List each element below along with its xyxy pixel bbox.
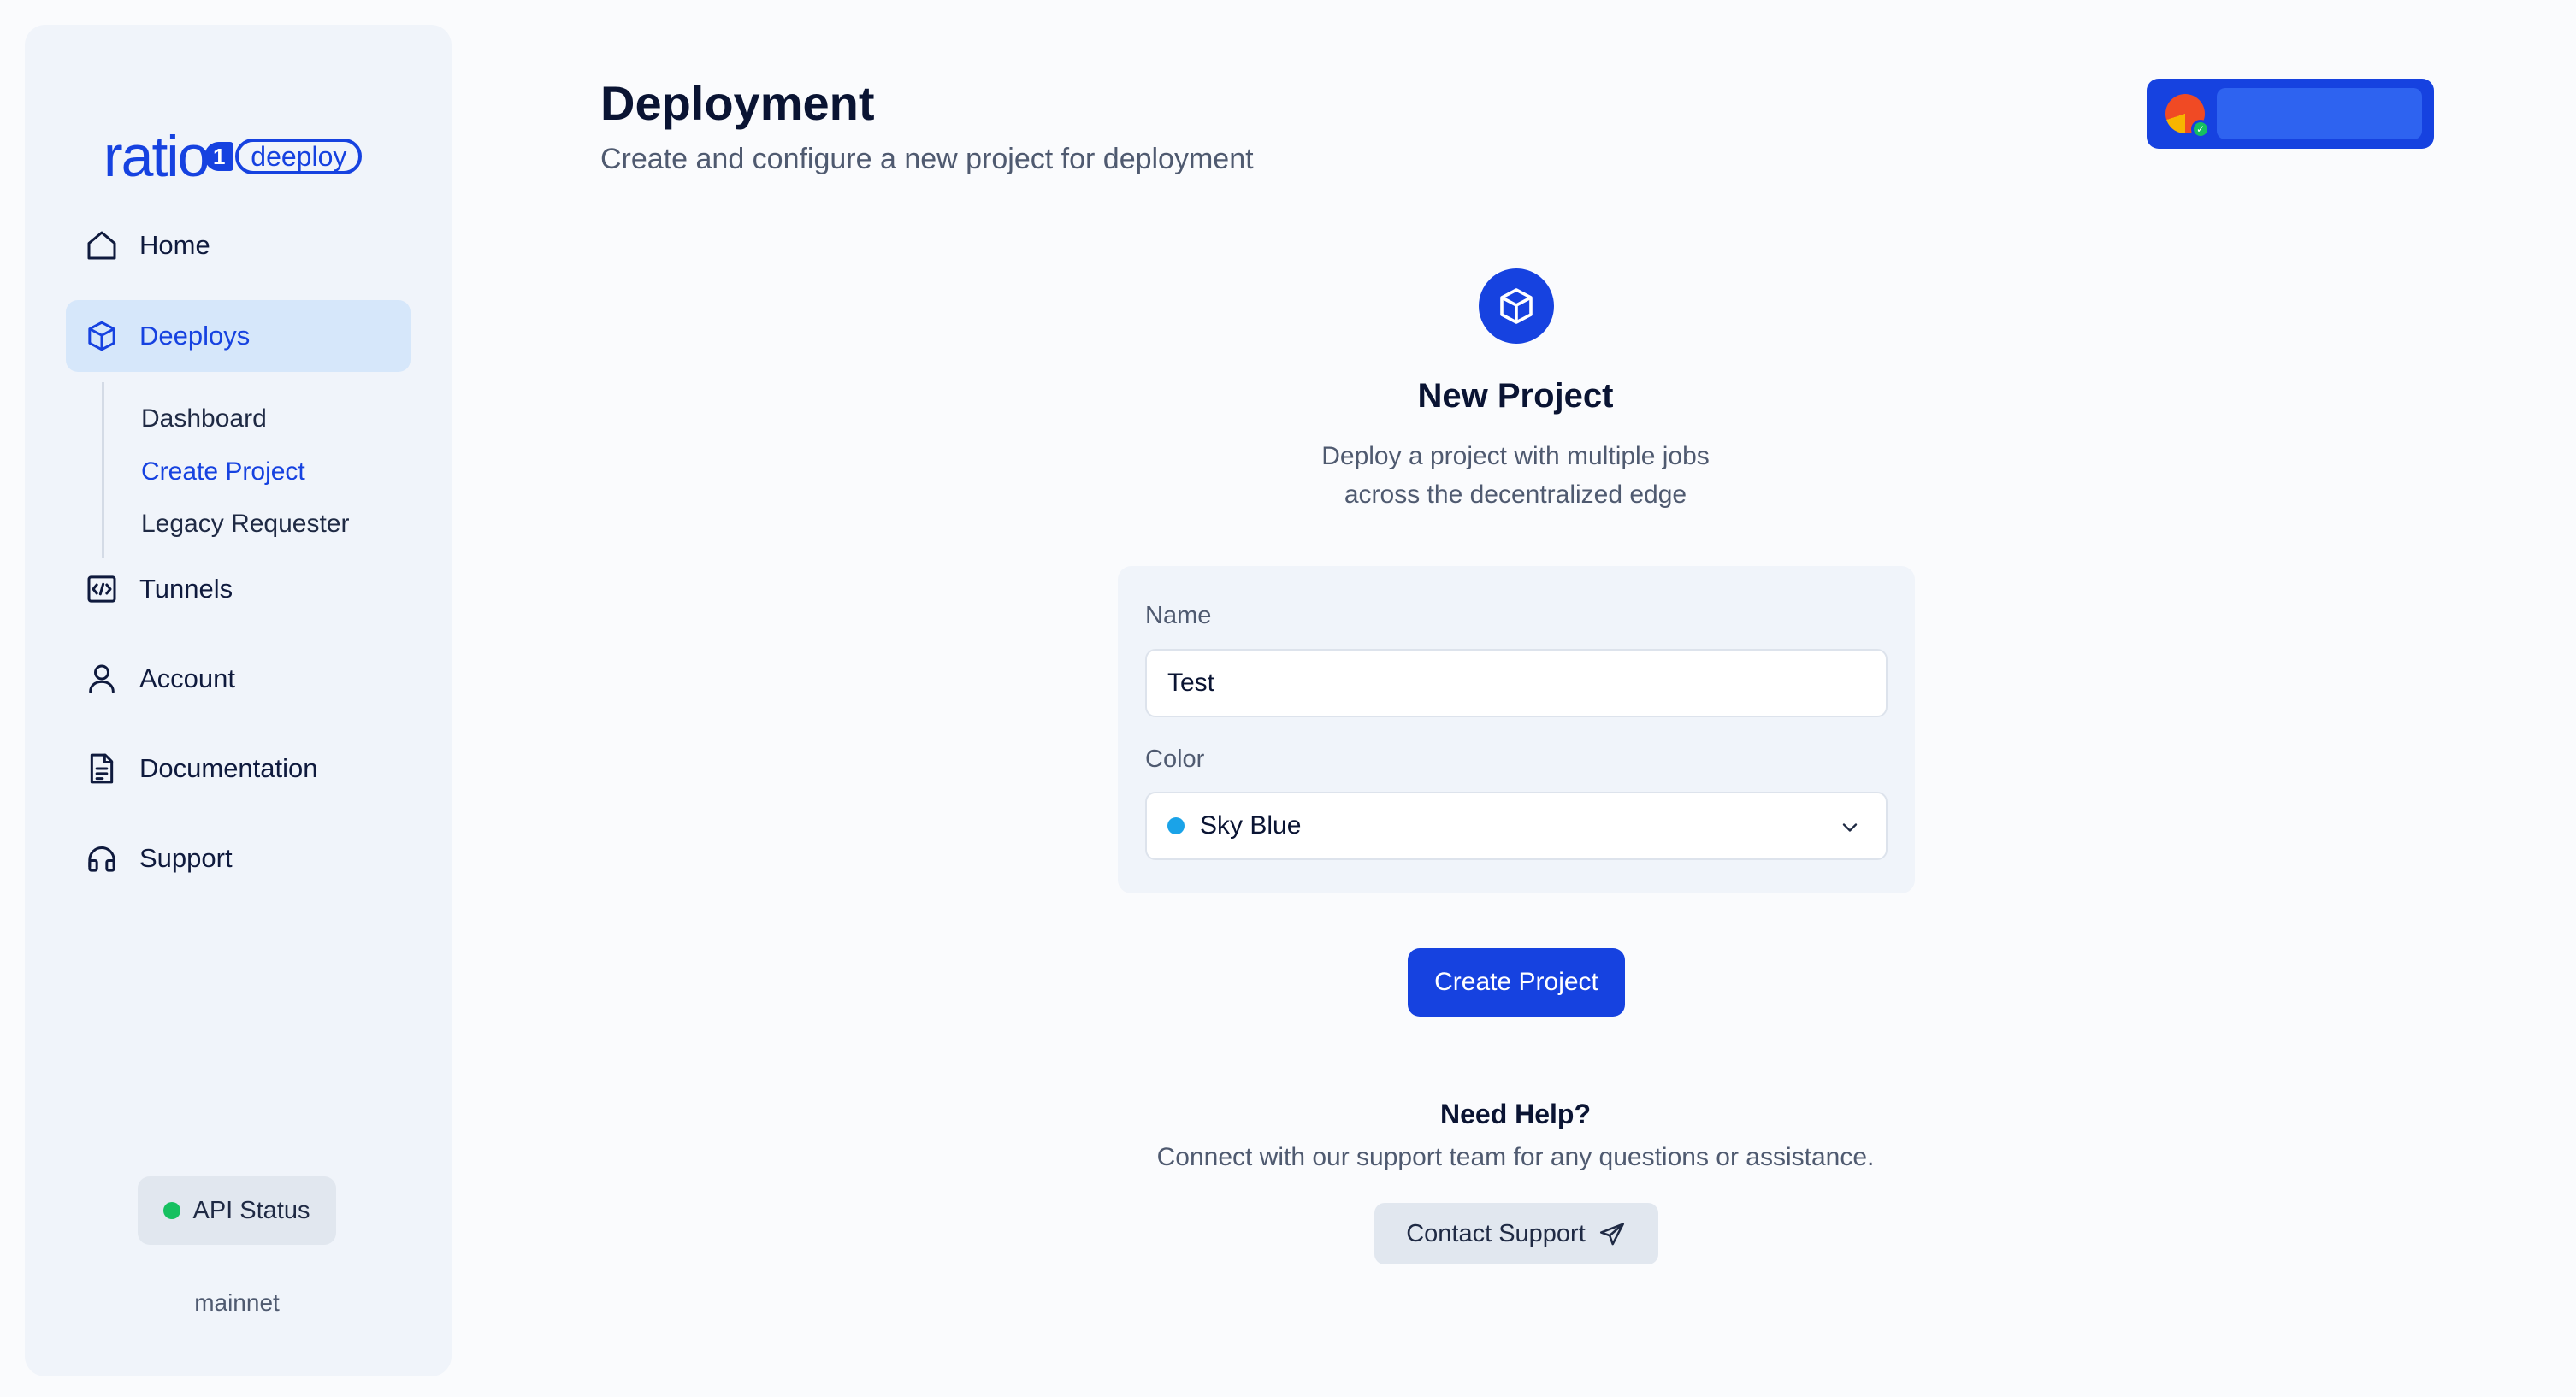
color-select-value: Sky Blue [1200,811,1302,840]
new-project-description: Deploy a project with multiple jobs acro… [1173,437,1858,514]
help-title: Need Help? [1439,1099,1592,1129]
sidebar-item-account[interactable]: Account [66,643,411,715]
api-status-badge[interactable]: API Status [138,1176,336,1245]
network-label: mainnet [194,1289,280,1316]
page-subtitle: Create and configure a new project for d… [600,143,1254,175]
name-label: Name [1145,602,1212,629]
cube-icon [88,321,115,351]
verified-check-icon: ✓ [2191,120,2210,139]
cube-icon [1500,288,1533,324]
description-line-1: Deploy a project with multiple jobs [1321,442,1710,470]
account-button[interactable]: ✓ [2147,79,2434,149]
submenu-item-dashboard[interactable]: Dashboard [141,404,267,433]
submenu-item-create-project[interactable]: Create Project [141,457,305,486]
code-window-icon [87,575,116,603]
sidebar-item-documentation[interactable]: Documentation [66,733,411,805]
project-cube-icon [1479,268,1554,344]
contact-support-button[interactable]: Contact Support [1374,1203,1658,1264]
sidebar-item-label: Tunnels [139,574,233,604]
api-status-label: API Status [192,1196,310,1224]
submenu-line [102,382,104,558]
project-form: Name Test Color Sky Blue [1118,566,1915,893]
sidebar: ratio 1 deeploy Home Deeploys Dashboard … [25,25,452,1376]
avatar: ✓ [2165,94,2210,139]
sidebar-item-label: Deeploys [139,321,251,351]
logo-badge: 1 [204,142,234,171]
status-dot [163,1202,181,1219]
new-project-title: New Project [1417,377,1614,415]
sidebar-item-label: Documentation [139,753,318,783]
logo-word: ratio [103,124,210,189]
logo[interactable]: ratio 1 deeploy [103,124,363,189]
sidebar-item-support[interactable]: Support [66,822,411,894]
home-icon [87,231,116,260]
sidebar-item-tunnels[interactable]: Tunnels [66,553,411,625]
color-select[interactable]: Sky Blue [1145,792,1888,860]
help-description: Connect with our support team for any qu… [1156,1143,1875,1171]
send-icon [1599,1223,1624,1246]
sidebar-item-label: Support [139,843,233,873]
sidebar-item-deeploys[interactable]: Deeploys [66,300,411,372]
headset-icon [88,846,115,872]
contact-support-label: Contact Support [1406,1219,1586,1247]
account-address-field [2217,88,2422,139]
submenu-item-legacy-requester[interactable]: Legacy Requester [141,510,350,539]
color-label: Color [1145,746,1205,773]
chevron-down-icon [1842,823,1858,832]
create-project-button[interactable]: Create Project [1408,948,1625,1017]
name-input[interactable]: Test [1145,649,1888,717]
user-icon [89,664,115,693]
name-input-value: Test [1167,669,1215,697]
description-line-2: across the decentralized edge [1344,480,1687,509]
sidebar-item-home[interactable]: Home [66,209,411,281]
logo-product: deeploy [235,139,363,174]
color-swatch [1167,817,1185,834]
document-icon [90,753,114,784]
page-title: Deployment [600,76,875,130]
sidebar-item-label: Account [139,663,236,693]
sidebar-item-label: Home [139,230,210,260]
